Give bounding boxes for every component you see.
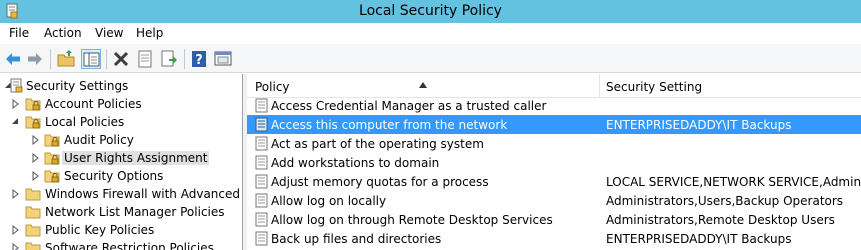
policy-name: Access Credential Manager as a trusted c… [271, 99, 547, 113]
collapsed-arrow-icon[interactable] [10, 224, 20, 236]
tree-item-label: Audit Policy [64, 133, 134, 147]
folder-icon [25, 186, 41, 201]
tree-item-windows-firewall[interactable]: Windows Firewall with Advanced Secu [0, 185, 242, 203]
folder-icon [25, 240, 41, 250]
policy-name: Add workstations to domain [271, 156, 440, 170]
security-setting: LOCAL SERVICE,NETWORK SERVICE,Administra… [606, 175, 861, 189]
list-item[interactable]: Access this computer from the network EN… [247, 115, 861, 134]
tree-item-account-policies[interactable]: Account Policies [0, 95, 242, 113]
tree-item-security-settings[interactable]: Security Settings [0, 77, 242, 95]
menu-action[interactable]: Action [44, 26, 82, 40]
tree-item-label: Network List Manager Policies [45, 205, 225, 219]
security-setting: Administrators,Remote Desktop Users [606, 213, 835, 227]
forward-arrow-icon[interactable] [25, 49, 45, 69]
policy-name: Allow log on locally [271, 194, 387, 208]
title-bar[interactable]: Local Security Policy [0, 0, 861, 23]
list-header: Policy Security Setting [247, 74, 861, 98]
tree-item-public-key-policies[interactable]: Public Key Policies [0, 221, 242, 239]
menu-file[interactable]: File [9, 26, 29, 40]
list-item[interactable]: Back up files and directories ENTERPRISE… [247, 229, 861, 248]
locked-folder-icon [44, 132, 60, 147]
list-item[interactable]: Adjust memory quotas for a process LOCAL… [247, 172, 861, 191]
sort-ascending-icon [419, 77, 427, 88]
tree-item-label: Account Policies [45, 97, 142, 111]
menu-view[interactable]: View [95, 26, 123, 40]
back-arrow-icon[interactable] [3, 49, 23, 69]
policy-icon [255, 212, 269, 227]
tree-item-software-restriction-policies[interactable]: Software Restriction Policies [0, 239, 242, 250]
security-setting: ENTERPRISEDADDY\IT Backups [606, 118, 792, 132]
tree-item-user-rights-assignment[interactable]: User Rights Assignment [0, 149, 242, 167]
help-icon[interactable]: ? [189, 49, 209, 69]
locked-folder-icon [25, 96, 41, 111]
expanded-arrow-icon[interactable] [10, 116, 20, 128]
locked-folder-icon [25, 114, 41, 129]
policy-icon [255, 231, 269, 246]
column-header-security-setting[interactable]: Security Setting [606, 80, 702, 94]
policy-icon [255, 136, 269, 151]
tree-item-label: User Rights Assignment [62, 151, 210, 165]
tree-item-local-policies[interactable]: Local Policies [0, 113, 242, 131]
tree-item-label: Software Restriction Policies [45, 241, 214, 250]
policy-icon [255, 193, 269, 208]
folder-icon [25, 204, 41, 219]
list-item[interactable]: Allow log on locally Administrators,User… [247, 191, 861, 210]
export-list-icon[interactable] [159, 49, 179, 69]
list-item[interactable]: Allow log on through Remote Desktop Serv… [247, 210, 861, 229]
policy-icon [255, 155, 269, 170]
policy-name: Back up files and directories [271, 232, 442, 246]
list-item[interactable]: Access Credential Manager as a trusted c… [247, 96, 861, 115]
menu-bar: File Action View Help [0, 23, 861, 44]
policy-icon [255, 174, 269, 189]
security-setting: ENTERPRISEDADDY\IT Backups [606, 232, 792, 246]
policy-name: Access this computer from the network [271, 118, 508, 132]
toolbar: ? [0, 44, 861, 73]
policy-name: Adjust memory quotas for a process [271, 175, 489, 189]
security-settings-icon [8, 78, 24, 93]
console-view-icon[interactable] [213, 49, 233, 69]
collapsed-arrow-icon[interactable] [10, 188, 20, 200]
collapsed-arrow-icon[interactable] [10, 242, 20, 250]
console-tree[interactable]: Security Settings Account Policies Local… [0, 74, 243, 250]
delete-icon[interactable] [111, 49, 131, 69]
policy-name: Act as part of the operating system [271, 137, 484, 151]
locked-folder-icon [44, 150, 60, 165]
window-title: Local Security Policy [359, 3, 502, 19]
column-divider[interactable] [599, 74, 600, 98]
up-folder-icon[interactable] [56, 49, 76, 69]
tree-item-label: Security Settings [26, 79, 129, 93]
column-header-policy[interactable]: Policy [255, 80, 290, 94]
show-hide-tree-icon[interactable] [81, 49, 101, 69]
tree-item-network-list-manager[interactable]: Network List Manager Policies [0, 203, 242, 221]
collapsed-arrow-icon[interactable] [30, 134, 40, 146]
locked-folder-icon [44, 168, 60, 183]
policy-name: Allow log on through Remote Desktop Serv… [271, 213, 553, 227]
tree-item-label: Security Options [64, 169, 164, 183]
collapsed-arrow-icon[interactable] [30, 170, 40, 182]
tree-item-audit-policy[interactable]: Audit Policy [0, 131, 242, 149]
policy-list[interactable]: Policy Security Setting Access Credentia… [247, 74, 861, 250]
tree-item-security-options[interactable]: Security Options [0, 167, 242, 185]
collapsed-arrow-icon[interactable] [30, 152, 40, 164]
toolbar-separator [50, 49, 51, 69]
tree-item-label: Local Policies [45, 115, 125, 129]
security-setting: Administrators,Users,Backup Operators [606, 194, 844, 208]
tree-item-label: Windows Firewall with Advanced Secu [45, 187, 242, 201]
svg-text:?: ? [195, 53, 203, 68]
tree-item-label: Public Key Policies [45, 223, 155, 237]
policy-icon [255, 117, 269, 132]
list-item[interactable]: Act as part of the operating system [247, 134, 861, 153]
properties-icon[interactable] [135, 49, 155, 69]
toolbar-separator [184, 49, 185, 69]
collapsed-arrow-icon[interactable] [10, 98, 20, 110]
policy-icon [255, 98, 269, 113]
toolbar-separator [106, 49, 107, 69]
list-item[interactable]: Add workstations to domain [247, 153, 861, 172]
menu-help[interactable]: Help [136, 26, 163, 40]
folder-icon [25, 222, 41, 237]
